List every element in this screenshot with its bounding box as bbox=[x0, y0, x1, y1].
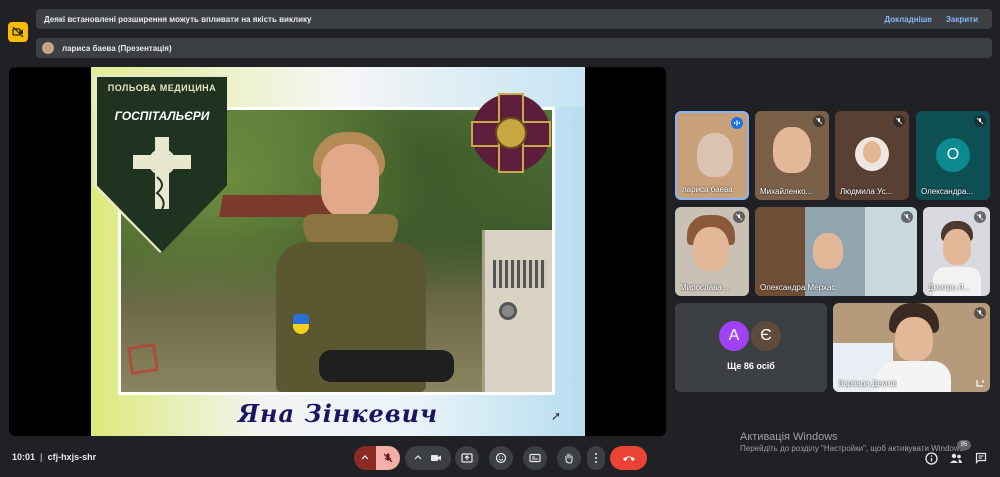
others-tile[interactable]: А Є Ще 86 осіб bbox=[675, 303, 827, 392]
order-medal bbox=[461, 83, 561, 183]
audio-options-button[interactable] bbox=[354, 446, 376, 470]
raise-hand-button[interactable] bbox=[557, 446, 581, 470]
emoji-icon bbox=[495, 452, 507, 464]
participant-tile[interactable]: лариса баева bbox=[675, 111, 749, 200]
mic-off-icon bbox=[974, 211, 986, 223]
warning-text: Деякі встановлені розширення можуть впли… bbox=[44, 14, 312, 24]
participant-name: Варвара Демків bbox=[838, 379, 897, 388]
participant-name: Олександра... bbox=[921, 187, 973, 196]
other-avatar: А bbox=[719, 321, 749, 351]
participant-tile[interactable]: Михайленко... bbox=[755, 111, 829, 200]
slide-name: Яна Зінкевич bbox=[237, 399, 439, 428]
details-link[interactable]: Докладніше bbox=[884, 15, 932, 24]
extensions-warning-icon bbox=[8, 22, 28, 42]
rotate-icon[interactable] bbox=[974, 376, 986, 388]
hang-up-icon bbox=[622, 456, 635, 461]
participant-name: лариса баева bbox=[682, 185, 733, 194]
mic-off-icon bbox=[974, 307, 986, 319]
mic-off-icon bbox=[383, 453, 393, 463]
windows-activation-title: Активація Windows bbox=[740, 431, 838, 443]
mic-off-icon bbox=[901, 211, 913, 223]
participant-tile[interactable]: Олександра Мерхас bbox=[755, 207, 917, 296]
chevron-up-icon bbox=[414, 455, 422, 460]
participant-tile[interactable]: Мирослава ... bbox=[675, 207, 749, 296]
camera-icon bbox=[431, 455, 441, 461]
presentation-view: ПОЛЬОВА МЕДИЦИНА ГОСПІТАЛЬЄРИ Яна Зінкев… bbox=[9, 67, 666, 436]
reactions-button[interactable] bbox=[489, 446, 513, 470]
people-count-badge: 95 bbox=[957, 440, 971, 450]
meeting-time: 10:01 bbox=[12, 452, 36, 462]
speaking-icon bbox=[731, 117, 743, 129]
more-vert-icon bbox=[595, 453, 597, 463]
vehicle bbox=[482, 230, 552, 392]
close-link[interactable]: Закрити bbox=[946, 15, 978, 24]
mic-off-icon bbox=[813, 115, 825, 127]
mic-off-icon bbox=[974, 115, 986, 127]
participant-name: Дмитро Л... bbox=[928, 283, 971, 292]
leave-call-button[interactable] bbox=[610, 446, 647, 470]
mic-off-icon bbox=[893, 115, 905, 127]
participant-name: Олександра Мерхас bbox=[760, 283, 836, 292]
chat-button[interactable] bbox=[973, 450, 989, 466]
presenter-banner: лариса баева (Презентація) bbox=[36, 38, 992, 58]
mic-off-icon bbox=[733, 211, 745, 223]
camera-button[interactable] bbox=[405, 446, 451, 470]
presenter-avatar bbox=[42, 42, 54, 54]
chat-icon bbox=[975, 452, 987, 464]
participant-tile[interactable]: О Олександра... bbox=[916, 111, 990, 200]
participant-name: Людмила Ус... bbox=[840, 187, 893, 196]
medical-cross-icon bbox=[133, 137, 191, 210]
extensions-warning-banner: Деякі встановлені розширення можуть впли… bbox=[36, 9, 992, 29]
people-icon bbox=[950, 453, 962, 463]
meeting-code: cfj-hxjs-shr bbox=[47, 452, 97, 462]
slide: ПОЛЬОВА МЕДИЦИНА ГОСПІТАЛЬЄРИ Яна Зінкев… bbox=[91, 67, 585, 436]
presenter-label: лариса баева (Презентація) bbox=[62, 43, 172, 53]
captions-icon bbox=[529, 453, 541, 463]
cursor-icon: ➚ bbox=[551, 409, 562, 423]
other-avatar: Є bbox=[751, 321, 781, 351]
meeting-info: 10:01 | cfj-hxjs-shr bbox=[12, 452, 97, 462]
participant-tile[interactable]: Людмила Ус... bbox=[835, 111, 909, 200]
participant-tile[interactable]: Дмитро Л... bbox=[923, 207, 990, 296]
captions-button[interactable] bbox=[523, 446, 547, 470]
chevron-up-icon bbox=[361, 455, 369, 460]
person-photo bbox=[241, 132, 461, 392]
present-icon bbox=[461, 453, 473, 463]
meet-window: Деякі встановлені розширення можуть впли… bbox=[0, 0, 1000, 477]
participant-name: Михайленко... bbox=[760, 187, 813, 196]
participant-avatar: О bbox=[936, 138, 970, 172]
meeting-details-button[interactable] bbox=[923, 450, 939, 466]
trident-icon bbox=[495, 117, 527, 149]
ukraine-flag-patch bbox=[293, 314, 309, 334]
microphone-button[interactable] bbox=[376, 446, 400, 470]
participant-avatar bbox=[855, 137, 889, 171]
participant-tile[interactable]: Варвара Демків bbox=[833, 303, 990, 392]
more-people-label: Ще 86 осіб bbox=[727, 361, 775, 371]
present-button[interactable] bbox=[455, 446, 479, 470]
hand-icon bbox=[565, 453, 573, 464]
people-button[interactable] bbox=[948, 450, 964, 466]
info-icon bbox=[924, 451, 938, 465]
participant-name: Мирослава ... bbox=[680, 283, 731, 292]
stamp-icon bbox=[127, 343, 159, 375]
more-options-button[interactable] bbox=[587, 446, 605, 470]
